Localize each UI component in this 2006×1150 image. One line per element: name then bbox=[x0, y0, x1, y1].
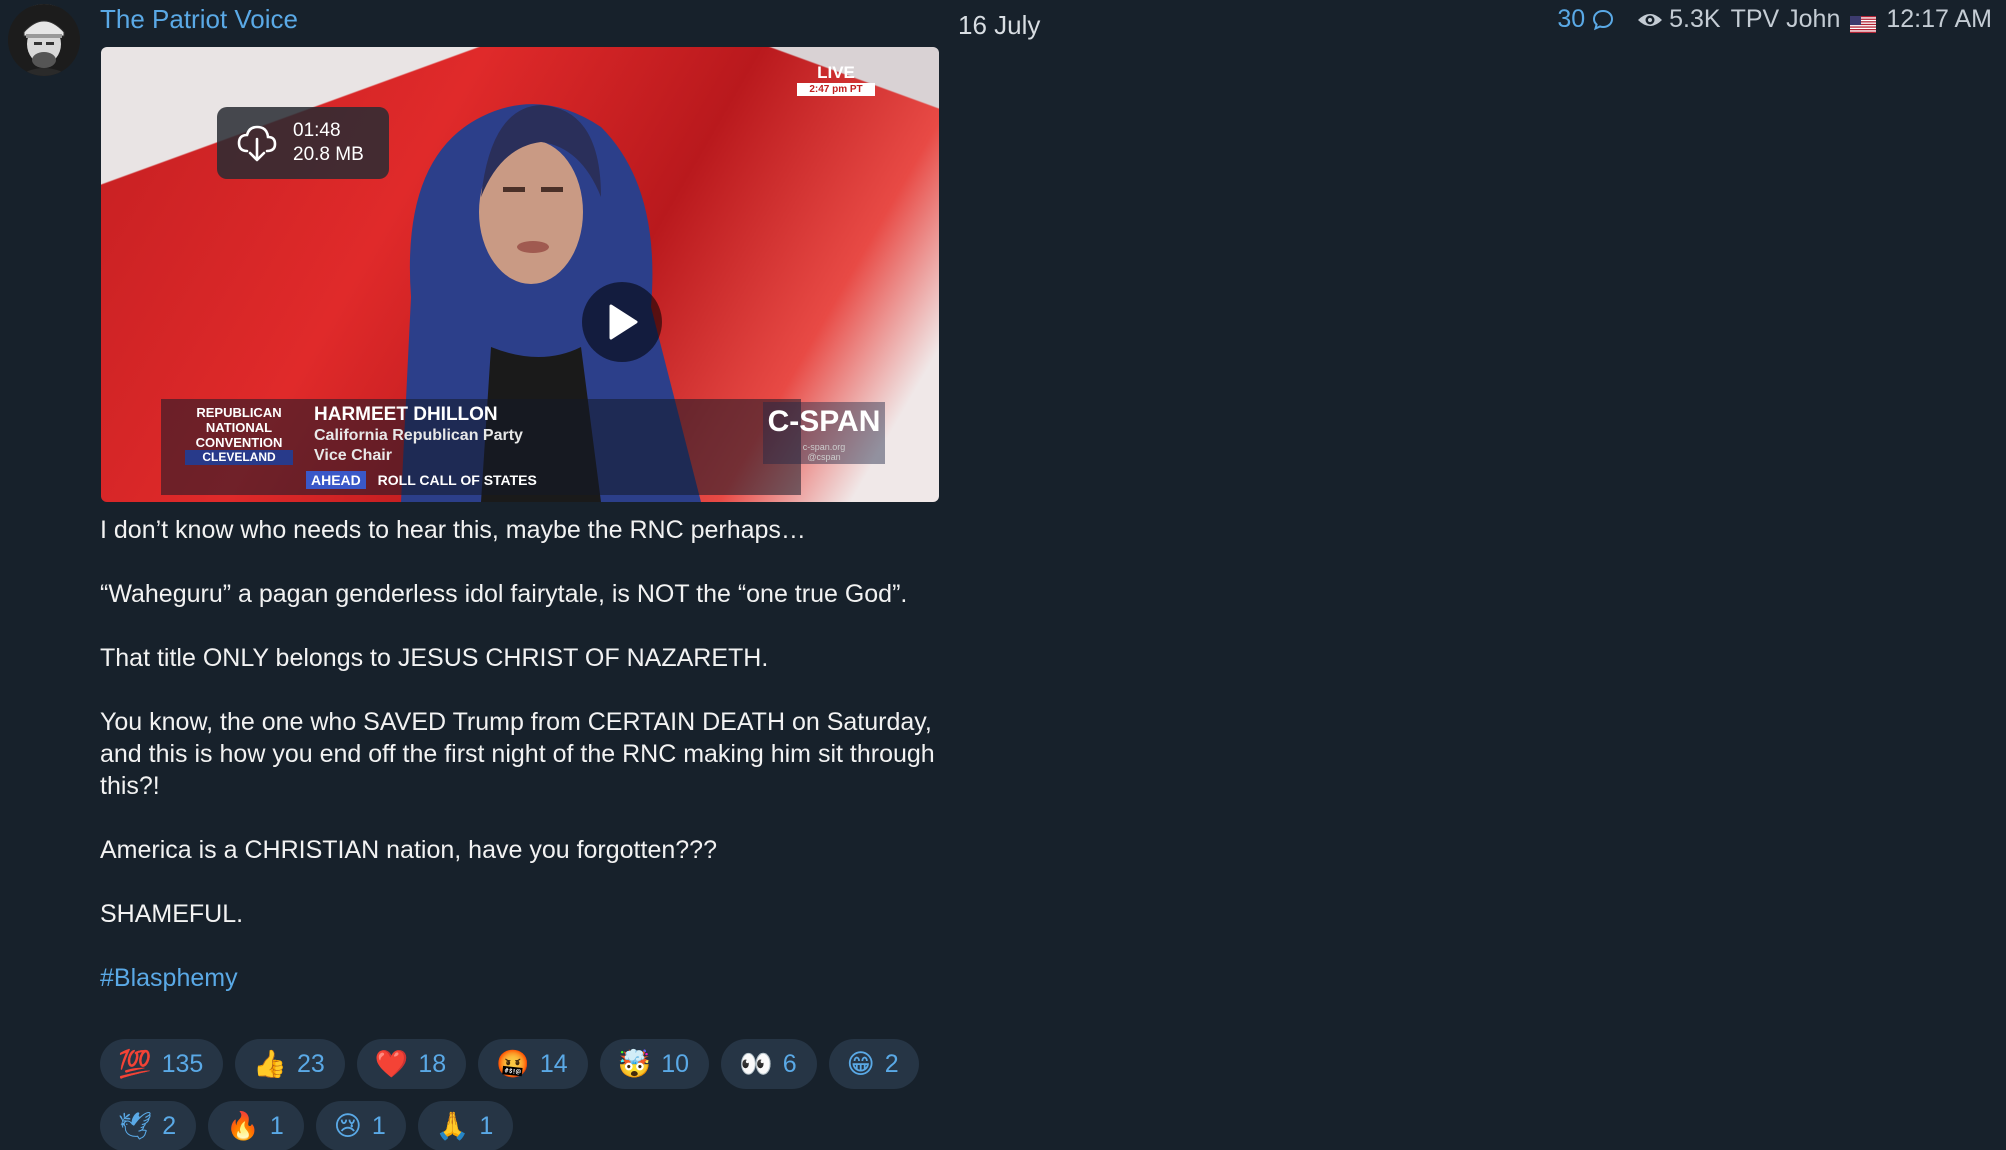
grinning-face-icon: 😁 bbox=[846, 1048, 875, 1080]
reaction-count: 135 bbox=[161, 1049, 204, 1078]
dove-icon: 🕊 bbox=[118, 1111, 153, 1142]
reaction-count: 10 bbox=[661, 1049, 690, 1078]
reaction-crying[interactable]: 😢 1 bbox=[315, 1101, 406, 1150]
exploding-head-icon: 🤯 bbox=[617, 1049, 652, 1080]
hashtag-link[interactable]: #Blasphemy bbox=[100, 962, 940, 994]
speaker-name: HARMEET DHILLON bbox=[314, 404, 498, 425]
play-icon bbox=[609, 304, 638, 340]
reaction-grin[interactable]: 😁 2 bbox=[828, 1039, 919, 1089]
download-badge[interactable]: 01:48 20.8 MB bbox=[217, 107, 389, 179]
post-paragraph: I don’t know who needs to hear this, may… bbox=[100, 516, 806, 544]
rnc-line-3: CONVENTION bbox=[195, 435, 283, 450]
date-separator: 16 July bbox=[958, 10, 1041, 40]
reaction-eyes[interactable]: 👀 6 bbox=[721, 1039, 817, 1089]
post-paragraph: “Waheguru” a pagan genderless idol fairy… bbox=[100, 580, 908, 608]
reaction-count: 2 bbox=[162, 1111, 177, 1140]
message-time: 12:17 AM bbox=[1886, 5, 1992, 33]
reaction-dove[interactable]: 🕊 2 bbox=[100, 1101, 197, 1150]
reaction-pray[interactable]: 🙏 1 bbox=[417, 1101, 514, 1150]
video-size: 20.8 MB bbox=[293, 144, 364, 165]
speaker-role: Vice Chair bbox=[314, 447, 392, 464]
post-paragraph: That title ONLY belongs to JESUS CHRIST … bbox=[100, 644, 769, 672]
hundred-points-icon: 💯 bbox=[118, 1049, 152, 1080]
post-author: TPV John bbox=[1730, 5, 1841, 33]
video-duration: 01:48 bbox=[293, 120, 341, 141]
telegram-channel-view: The Patriot Voice 16 July 30 5.3K TPV Jo… bbox=[0, 0, 2006, 1150]
reaction-hundred[interactable]: 💯 135 bbox=[100, 1039, 224, 1089]
crying-face-icon: 😢 bbox=[333, 1110, 362, 1142]
reaction-count: 14 bbox=[539, 1049, 568, 1078]
post-paragraph: America is a CHRISTIAN nation, have you … bbox=[100, 836, 717, 864]
live-indicator: LIVE 2:47 pm PT bbox=[797, 63, 875, 99]
us-flag-icon bbox=[1850, 11, 1877, 33]
views-indicator: 5.3K bbox=[1637, 5, 1721, 34]
network-url: c-span.org bbox=[802, 442, 846, 452]
cloud-download-icon bbox=[237, 125, 277, 162]
red-heart-icon: ❤️ bbox=[374, 1049, 409, 1080]
post-paragraph: You know, the one who SAVED Trump from C… bbox=[100, 708, 935, 800]
ahead-text: ROLL CALL OF STATES bbox=[377, 472, 537, 488]
reaction-cursing[interactable]: 🤬 14 bbox=[478, 1039, 588, 1089]
network-name: C-SPAN bbox=[767, 405, 881, 438]
speaker-details: California Republican Party Vice Chair bbox=[314, 426, 523, 466]
reaction-thumbs-up[interactable]: 👍 23 bbox=[235, 1039, 345, 1089]
message-meta: 30 5.3K TPV John 12:17 AM bbox=[1557, 5, 1992, 34]
channel-name[interactable]: The Patriot Voice bbox=[100, 4, 298, 35]
cursing-face-icon: 🤬 bbox=[496, 1049, 530, 1080]
live-label: LIVE bbox=[817, 63, 855, 82]
rnc-logo: REPUBLICAN NATIONAL CONVENTION CLEVELAND bbox=[185, 405, 293, 475]
reaction-count: 1 bbox=[269, 1111, 284, 1140]
reaction-heart[interactable]: ❤️ 18 bbox=[356, 1039, 467, 1089]
rnc-city: CLEVELAND bbox=[185, 450, 293, 465]
speaker-title: California Republican Party bbox=[314, 427, 523, 444]
live-time: 2:47 pm PT bbox=[797, 83, 875, 96]
channel-avatar[interactable] bbox=[8, 4, 80, 76]
reaction-count: 1 bbox=[479, 1111, 494, 1140]
play-button[interactable] bbox=[582, 282, 662, 362]
eyes-icon: 👀 bbox=[739, 1049, 773, 1080]
reaction-exploding-head[interactable]: 🤯 10 bbox=[599, 1039, 710, 1089]
eye-icon bbox=[1638, 13, 1663, 26]
reaction-count: 23 bbox=[296, 1049, 325, 1078]
avatar-portrait-icon bbox=[8, 4, 80, 76]
reaction-count: 1 bbox=[371, 1111, 386, 1140]
video-player[interactable]: LIVE 2:47 pm PT REPUBLICAN NATIONAL CONV… bbox=[101, 47, 939, 502]
download-info: 01:48 20.8 MB bbox=[293, 119, 364, 167]
network-handle: @cspan bbox=[807, 452, 841, 462]
network-logo: C-SPAN c-span.org @cspan bbox=[763, 402, 885, 464]
post-paragraph: SHAMEFUL. bbox=[100, 900, 244, 928]
comment-bubble-icon bbox=[1593, 9, 1614, 30]
folded-hands-icon: 🙏 bbox=[435, 1111, 470, 1142]
reaction-count: 2 bbox=[884, 1049, 899, 1078]
post-body: I don’t know who needs to hear this, may… bbox=[100, 514, 940, 994]
reactions-bar: 💯 135 👍 23 ❤️ 18 🤬 14 🤯 10 👀 6 😁 2 🕊 2 🔥… bbox=[100, 1039, 950, 1150]
ahead-tag: AHEAD bbox=[306, 471, 366, 489]
rnc-line-1: REPUBLICAN bbox=[196, 405, 282, 420]
fire-icon: 🔥 bbox=[226, 1111, 260, 1142]
rnc-line-2: NATIONAL bbox=[205, 420, 273, 435]
reaction-fire[interactable]: 🔥 1 bbox=[208, 1101, 304, 1150]
thumbs-up-icon: 👍 bbox=[253, 1049, 287, 1080]
reaction-count: 6 bbox=[782, 1049, 797, 1078]
reaction-count: 18 bbox=[418, 1049, 447, 1078]
comments-link[interactable]: 30 bbox=[1557, 5, 1615, 34]
comments-count: 30 bbox=[1557, 5, 1586, 33]
ahead-ticker: AHEAD ROLL CALL OF STATES bbox=[306, 471, 537, 489]
views-count: 5.3K bbox=[1669, 5, 1721, 33]
